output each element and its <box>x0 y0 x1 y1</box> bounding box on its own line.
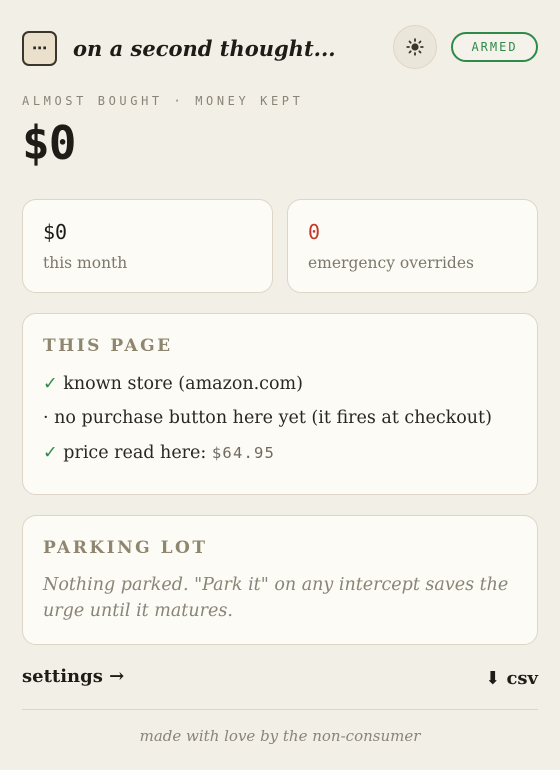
this-page-card: THIS PAGE ✓ known store (amazon.com) · n… <box>22 313 538 495</box>
settings-link[interactable]: settings → <box>22 666 124 687</box>
detected-price: $64.95 <box>211 444 276 462</box>
check-icon: ✓ <box>43 443 58 463</box>
footer-divider <box>22 709 538 710</box>
bullet-icon: · <box>43 408 49 428</box>
parking-lot-empty-text: Nothing parked. "Park it" on any interce… <box>43 575 509 621</box>
stat-value: $0 <box>43 220 68 244</box>
stat-card-this-month: $0 this month <box>22 199 273 293</box>
money-kept-total: $0 <box>22 116 76 170</box>
menu-button[interactable]: ⋯ <box>22 30 57 66</box>
footer-credit: made with love by the non-consumer <box>139 727 421 745</box>
theme-toggle-button[interactable] <box>393 25 437 69</box>
stat-label: emergency overrides <box>308 254 474 272</box>
page-check-text: no purchase button here yet (it fires at… <box>54 408 492 428</box>
stat-label: this month <box>43 254 128 272</box>
sun-icon <box>406 38 424 56</box>
card-heading: THIS PAGE <box>43 336 173 356</box>
export-csv-button[interactable]: ⬇ csv <box>485 668 538 689</box>
parking-lot-card: PARKING LOT Nothing parked. "Park it" on… <box>22 515 538 645</box>
page-check-text: price read here: <box>63 443 212 463</box>
page-check-text: known store (amazon.com) <box>63 374 303 394</box>
page-check-line: ✓ price read here: $64.95 <box>43 443 275 463</box>
page-check-line: ✓ known store (amazon.com) <box>43 374 303 394</box>
check-icon: ✓ <box>43 374 58 394</box>
stat-value: 0 <box>308 220 321 244</box>
armed-status-badge[interactable]: ARMED <box>451 32 538 62</box>
page-check-line: · no purchase button here yet (it fires … <box>43 408 492 428</box>
header: ⋯ on a second thought... ARMED <box>22 25 538 69</box>
app-title: on a second thought... <box>73 35 336 61</box>
card-heading: PARKING LOT <box>43 538 208 558</box>
ellipsis-icon: ⋯ <box>32 38 47 57</box>
stat-card-emergency-overrides: 0 emergency overrides <box>287 199 538 293</box>
summary-eyebrow: ALMOST BOUGHT · MONEY KEPT <box>22 94 304 108</box>
